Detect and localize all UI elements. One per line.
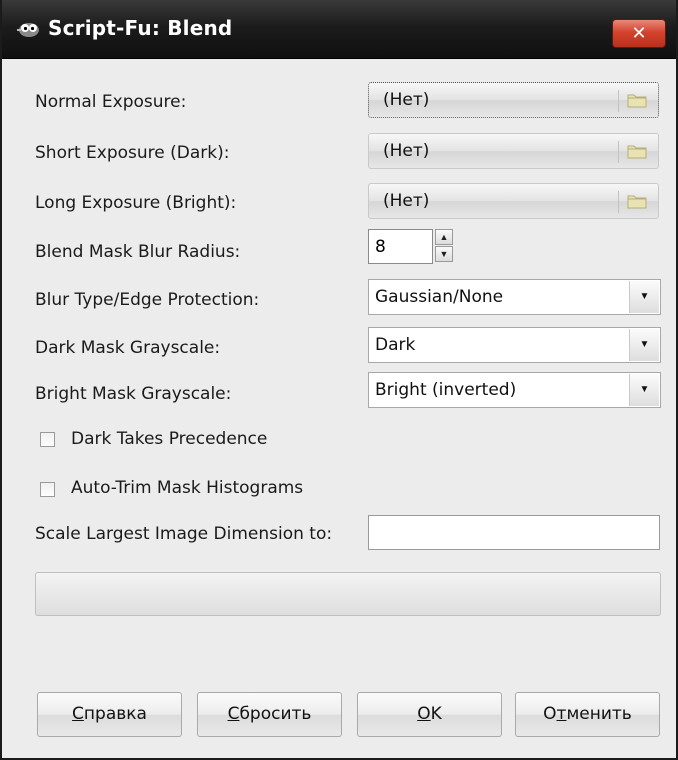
cancel-button[interactable]: Отменить bbox=[515, 692, 660, 737]
chevron-down-icon[interactable]: ▼ bbox=[629, 329, 659, 361]
dark-mask-value: Dark bbox=[375, 335, 416, 355]
help-mnemonic: С bbox=[72, 704, 84, 724]
scale-dimension-label: Scale Largest Image Dimension to: bbox=[35, 524, 333, 544]
reset-button[interactable]: Сбросить bbox=[197, 692, 342, 737]
help-button[interactable]: Справка bbox=[37, 692, 182, 737]
folder-icon bbox=[627, 94, 647, 108]
folder-icon bbox=[627, 145, 647, 159]
script-fu-blend-dialog: Script-Fu: Blend ✕ Normal Exposure: (Нет… bbox=[0, 0, 678, 760]
short-exposure-value: (Нет) bbox=[383, 141, 430, 161]
bright-mask-value: Bright (inverted) bbox=[375, 380, 517, 400]
short-exposure-file-chooser[interactable]: (Нет) bbox=[368, 133, 659, 169]
blur-type-label: Blur Type/Edge Protection: bbox=[35, 290, 260, 310]
gimp-icon bbox=[17, 23, 39, 37]
bright-mask-select[interactable]: Bright (inverted) ▼ bbox=[368, 372, 661, 408]
spin-up-icon[interactable]: ▲ bbox=[435, 229, 453, 245]
close-icon: ✕ bbox=[631, 23, 647, 44]
long-exposure-label: Long Exposure (Bright): bbox=[35, 193, 237, 213]
reset-label: бросить bbox=[239, 704, 312, 724]
blur-radius-stepper[interactable]: ▲ ▼ bbox=[435, 229, 454, 264]
close-button[interactable]: ✕ bbox=[612, 19, 666, 48]
cancel-label: менить bbox=[566, 704, 632, 724]
normal-exposure-value: (Нет) bbox=[383, 90, 430, 110]
bright-mask-label: Bright Mask Grayscale: bbox=[35, 384, 232, 404]
long-exposure-value: (Нет) bbox=[383, 191, 430, 211]
long-exposure-file-chooser[interactable]: (Нет) bbox=[368, 183, 659, 219]
title-bar[interactable]: Script-Fu: Blend ✕ bbox=[2, 0, 676, 59]
cancel-prefix: О bbox=[543, 704, 557, 724]
short-exposure-label: Short Exposure (Dark): bbox=[35, 143, 230, 163]
progress-bar bbox=[35, 572, 661, 616]
dark-mask-label: Dark Mask Grayscale: bbox=[35, 338, 221, 358]
ok-mnemonic: O bbox=[417, 704, 431, 724]
folder-icon bbox=[627, 195, 647, 209]
reset-mnemonic: С bbox=[227, 704, 240, 724]
blur-radius-label: Blend Mask Blur Radius: bbox=[35, 242, 241, 262]
dark-precedence-checkbox[interactable] bbox=[40, 432, 55, 447]
dark-precedence-label[interactable]: Dark Takes Precedence bbox=[71, 429, 267, 449]
normal-exposure-file-chooser[interactable]: (Нет) bbox=[368, 82, 659, 118]
ok-button[interactable]: OK bbox=[357, 692, 502, 737]
spin-down-icon[interactable]: ▼ bbox=[435, 246, 453, 262]
separator bbox=[618, 90, 619, 112]
normal-exposure-label: Normal Exposure: bbox=[35, 92, 187, 112]
separator bbox=[618, 191, 619, 213]
dark-mask-select[interactable]: Dark ▼ bbox=[368, 327, 661, 363]
cancel-mnemonic: т bbox=[556, 704, 567, 724]
separator bbox=[618, 141, 619, 163]
help-label: правка bbox=[83, 704, 147, 724]
blur-radius-input[interactable]: 8 bbox=[368, 229, 433, 264]
auto-trim-label[interactable]: Auto-Trim Mask Histograms bbox=[71, 478, 303, 498]
blur-radius-value: 8 bbox=[375, 237, 386, 257]
ok-label: K bbox=[430, 704, 442, 724]
blur-type-value: Gaussian/None bbox=[375, 287, 504, 307]
auto-trim-checkbox[interactable] bbox=[40, 482, 55, 497]
blur-type-select[interactable]: Gaussian/None ▼ bbox=[368, 279, 661, 315]
scale-dimension-input[interactable] bbox=[368, 515, 660, 550]
chevron-down-icon[interactable]: ▼ bbox=[629, 281, 659, 313]
window-title: Script-Fu: Blend bbox=[48, 16, 233, 40]
chevron-down-icon[interactable]: ▼ bbox=[629, 374, 659, 406]
